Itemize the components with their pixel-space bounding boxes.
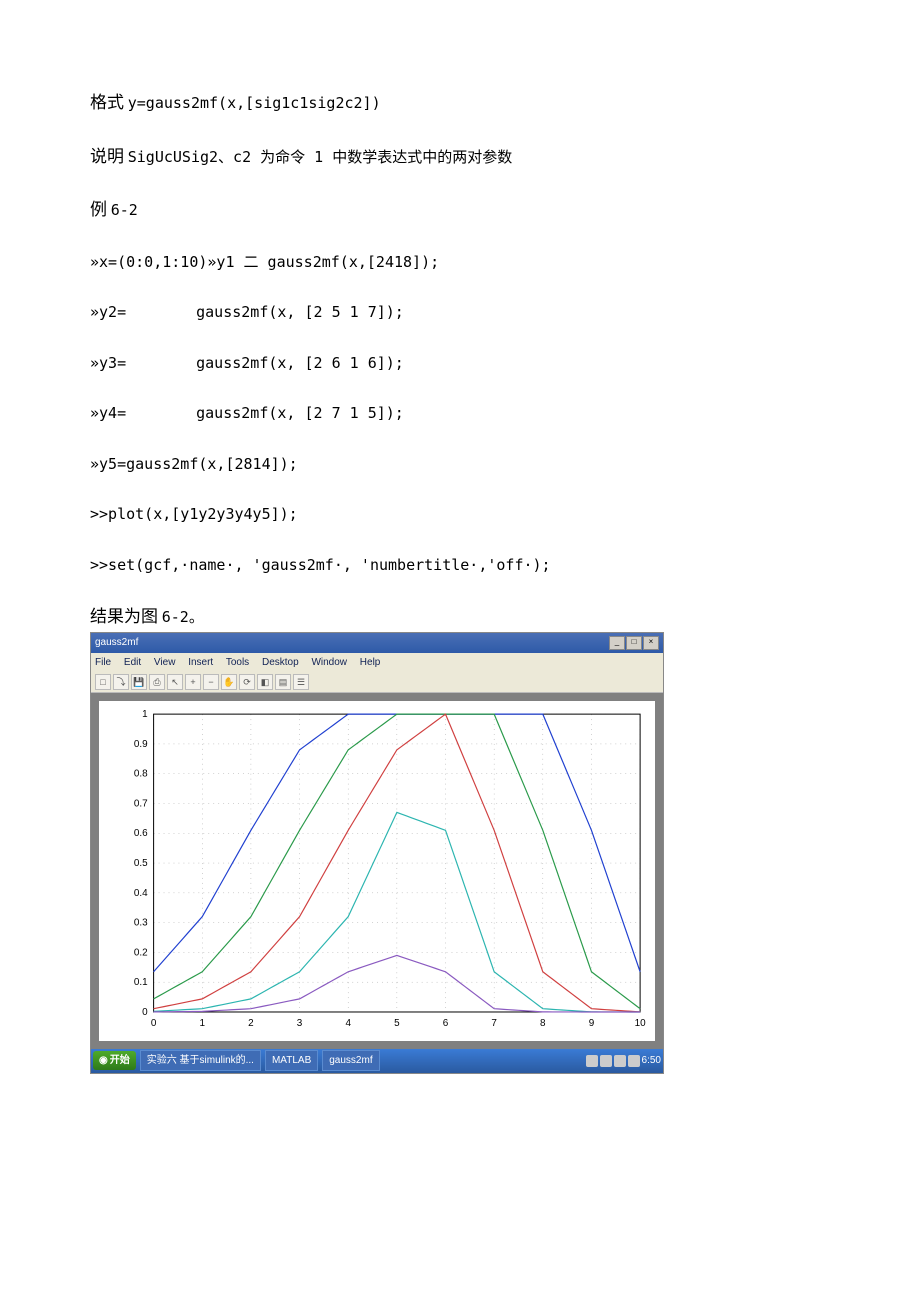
datacursor-icon[interactable]: ◧ bbox=[257, 674, 273, 690]
colorbar-icon[interactable]: ▤ bbox=[275, 674, 291, 690]
code-y4a: »y4= bbox=[90, 404, 126, 422]
svg-text:3: 3 bbox=[297, 1017, 303, 1028]
svg-text:10: 10 bbox=[635, 1017, 647, 1028]
code-line-7: >>set(gcf,·name·, 'gauss2mf·, 'numbertit… bbox=[90, 554, 830, 577]
svg-text:6: 6 bbox=[443, 1017, 449, 1028]
text-desc: SigUcUSig2、c2 为命令 1 中数学表达式中的两对参数 bbox=[128, 148, 513, 166]
menu-help[interactable]: Help bbox=[360, 657, 381, 668]
code-y4b: gauss2mf(x, [2 7 1 5]); bbox=[196, 404, 404, 422]
taskbar-item-1[interactable]: 实验六 基于simulink的... bbox=[140, 1050, 261, 1071]
svg-text:8: 8 bbox=[540, 1017, 546, 1028]
code-line-6: >>plot(x,[y1y2y3y4y5]); bbox=[90, 503, 830, 526]
svg-text:9: 9 bbox=[589, 1017, 595, 1028]
minimize-button[interactable]: _ bbox=[609, 636, 625, 650]
tray-icon[interactable] bbox=[628, 1055, 640, 1067]
code-y3a: »y3= bbox=[90, 354, 126, 372]
matlab-figure-window: gauss2mf _ □ × File Edit View Insert Too… bbox=[90, 632, 664, 1074]
menu-view[interactable]: View bbox=[154, 657, 176, 668]
svg-text:4: 4 bbox=[345, 1017, 351, 1028]
text-example: 6-2 bbox=[111, 201, 138, 219]
system-tray: 6:50 bbox=[586, 1053, 661, 1068]
plot-axes: 0 1 2 3 4 5 6 7 8 9 10 0 0.1 0.2 0.3 0.4 0.5 0.6 0.7 0.8 0.9… bbox=[99, 701, 655, 1041]
rotate-icon[interactable]: ⟳ bbox=[239, 674, 255, 690]
svg-text:7: 7 bbox=[491, 1017, 497, 1028]
svg-text:0.2: 0.2 bbox=[134, 947, 148, 958]
code-line-5: »y5=gauss2mf(x,[2814]); bbox=[90, 453, 830, 476]
window-titlebar[interactable]: gauss2mf _ □ × bbox=[91, 633, 663, 653]
svg-text:0: 0 bbox=[151, 1017, 157, 1028]
zoomout-icon[interactable]: − bbox=[203, 674, 219, 690]
tray-icon[interactable] bbox=[600, 1055, 612, 1067]
label-desc: 说明 bbox=[90, 147, 124, 166]
code-format: y=gauss2mf(x,[sig1c1sig2c2]) bbox=[128, 94, 381, 112]
menu-edit[interactable]: Edit bbox=[124, 657, 141, 668]
start-icon: ◉ bbox=[99, 1053, 108, 1068]
maximize-button[interactable]: □ bbox=[626, 636, 642, 650]
line-format: 格式 y=gauss2mf(x,[sig1c1sig2c2]) bbox=[90, 90, 830, 116]
tool-bar: □ ⤵ 💾 ⎙ ↖ + − ✋ ⟳ ◧ ▤ ☰ bbox=[91, 672, 663, 693]
svg-text:1: 1 bbox=[142, 709, 148, 720]
svg-text:0.5: 0.5 bbox=[134, 858, 148, 869]
menu-insert[interactable]: Insert bbox=[188, 657, 213, 668]
label-format: 格式 bbox=[90, 93, 124, 112]
svg-text:0.6: 0.6 bbox=[134, 828, 148, 839]
code-line-2: »y2= gauss2mf(x, [2 5 1 7]); bbox=[90, 301, 830, 324]
start-button[interactable]: ◉ 开始 bbox=[93, 1051, 136, 1070]
plot-svg: 0 1 2 3 4 5 6 7 8 9 10 0 0.1 0.2 0.3 0.4 0.5 0.6 0.7 0.8 0.9… bbox=[99, 701, 655, 1041]
svg-text:0.1: 0.1 bbox=[134, 977, 148, 988]
code-line-4: »y4= gauss2mf(x, [2 7 1 5]); bbox=[90, 402, 830, 425]
svg-text:0.4: 0.4 bbox=[134, 887, 148, 898]
menu-desktop[interactable]: Desktop bbox=[262, 657, 299, 668]
code-y2a: »y2= bbox=[90, 303, 126, 321]
pointer-icon[interactable]: ↖ bbox=[167, 674, 183, 690]
code-line-1: »x=(0:0,1:10)»y1 二 gauss2mf(x,[2418]); bbox=[90, 251, 830, 274]
menu-bar: File Edit View Insert Tools Desktop Wind… bbox=[91, 653, 663, 672]
os-taskbar: ◉ 开始 实验六 基于simulink的... MATLAB gauss2mf … bbox=[91, 1049, 663, 1073]
save-icon[interactable]: 💾 bbox=[131, 674, 147, 690]
menu-tools[interactable]: Tools bbox=[226, 657, 249, 668]
svg-text:1: 1 bbox=[199, 1017, 205, 1028]
pan-icon[interactable]: ✋ bbox=[221, 674, 237, 690]
svg-text:5: 5 bbox=[394, 1017, 400, 1028]
menu-file[interactable]: File bbox=[95, 657, 111, 668]
svg-text:2: 2 bbox=[248, 1017, 254, 1028]
menu-window[interactable]: Window bbox=[311, 657, 347, 668]
svg-text:0.9: 0.9 bbox=[134, 738, 148, 749]
caption-a: 结果为图 bbox=[90, 607, 158, 626]
label-example: 例 bbox=[90, 200, 107, 219]
print-icon[interactable]: ⎙ bbox=[149, 674, 165, 690]
start-label: 开始 bbox=[110, 1053, 130, 1068]
svg-text:0: 0 bbox=[142, 1006, 148, 1017]
open-icon[interactable]: ⤵ bbox=[113, 674, 129, 690]
svg-text:0.3: 0.3 bbox=[134, 917, 148, 928]
window-buttons: _ □ × bbox=[609, 636, 659, 650]
code-y3b: gauss2mf(x, [2 6 1 6]); bbox=[196, 354, 404, 372]
taskbar-item-3[interactable]: gauss2mf bbox=[322, 1050, 379, 1071]
code-line-3: »y3= gauss2mf(x, [2 6 1 6]); bbox=[90, 352, 830, 375]
caption-b: 6-2。 bbox=[162, 608, 204, 626]
tray-icon[interactable] bbox=[586, 1055, 598, 1067]
document-page: 格式 y=gauss2mf(x,[sig1c1sig2c2]) 说明 SigUc… bbox=[0, 0, 920, 1114]
legend-icon[interactable]: ☰ bbox=[293, 674, 309, 690]
svg-text:0.7: 0.7 bbox=[134, 798, 148, 809]
code-y2b: gauss2mf(x, [2 5 1 7]); bbox=[196, 303, 404, 321]
plot-canvas: 0 1 2 3 4 5 6 7 8 9 10 0 0.1 0.2 0.3 0.4 0.5 0.6 0.7 0.8 0.9… bbox=[91, 693, 663, 1049]
close-button[interactable]: × bbox=[643, 636, 659, 650]
svg-text:0.8: 0.8 bbox=[134, 768, 148, 779]
line-example: 例 6-2 bbox=[90, 197, 830, 223]
figure-caption: 结果为图 6-2。 bbox=[90, 604, 830, 630]
window-title: gauss2mf bbox=[95, 635, 138, 650]
new-icon[interactable]: □ bbox=[95, 674, 111, 690]
zoomin-icon[interactable]: + bbox=[185, 674, 201, 690]
taskbar-item-2[interactable]: MATLAB bbox=[265, 1050, 318, 1071]
clock: 6:50 bbox=[642, 1053, 661, 1068]
line-desc: 说明 SigUcUSig2、c2 为命令 1 中数学表达式中的两对参数 bbox=[90, 144, 830, 170]
tray-icon[interactable] bbox=[614, 1055, 626, 1067]
